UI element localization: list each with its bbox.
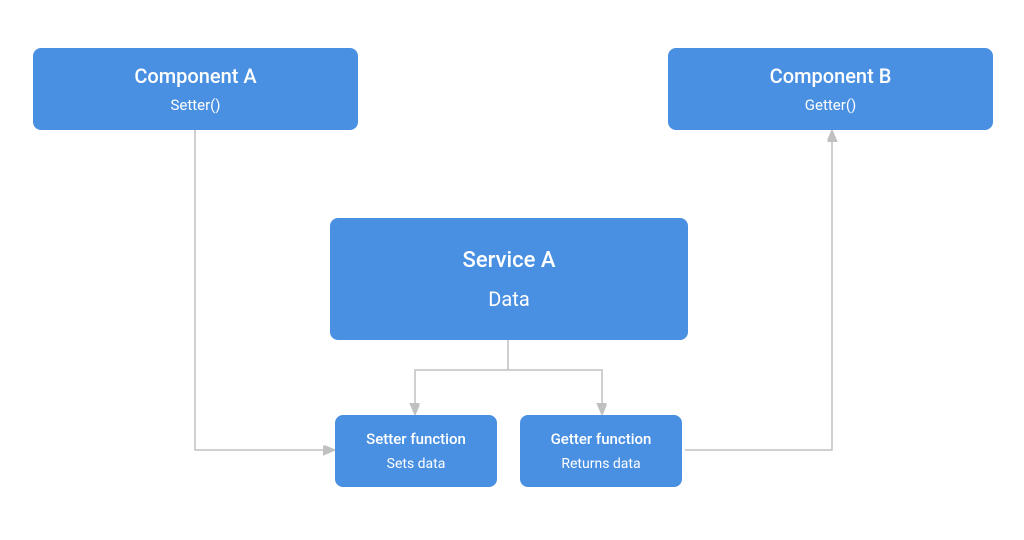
box-component-b: Component B Getter()	[668, 48, 993, 130]
diagram-canvas: Component A Setter() Component B Getter(…	[0, 0, 1024, 540]
setter-fn-subtitle: Sets data	[387, 456, 446, 472]
arrow-service-to-getter	[508, 370, 602, 412]
component-b-title: Component B	[770, 64, 892, 88]
box-component-a: Component A Setter()	[33, 48, 358, 130]
service-a-title: Service A	[463, 248, 556, 273]
component-a-subtitle: Setter()	[170, 96, 220, 114]
box-getter-function: Getter function Returns data	[520, 415, 682, 487]
arrow-componentA-to-setter	[195, 128, 332, 450]
setter-fn-title: Setter function	[366, 430, 466, 448]
box-service-a: Service A Data	[330, 218, 688, 340]
component-b-subtitle: Getter()	[805, 96, 856, 114]
component-a-title: Component A	[134, 64, 256, 88]
service-a-subtitle: Data	[488, 287, 529, 311]
arrow-service-to-setter	[415, 370, 508, 412]
getter-fn-title: Getter function	[551, 430, 652, 448]
getter-fn-subtitle: Returns data	[561, 456, 640, 472]
arrow-getter-to-componentB	[685, 133, 832, 450]
box-setter-function: Setter function Sets data	[335, 415, 497, 487]
